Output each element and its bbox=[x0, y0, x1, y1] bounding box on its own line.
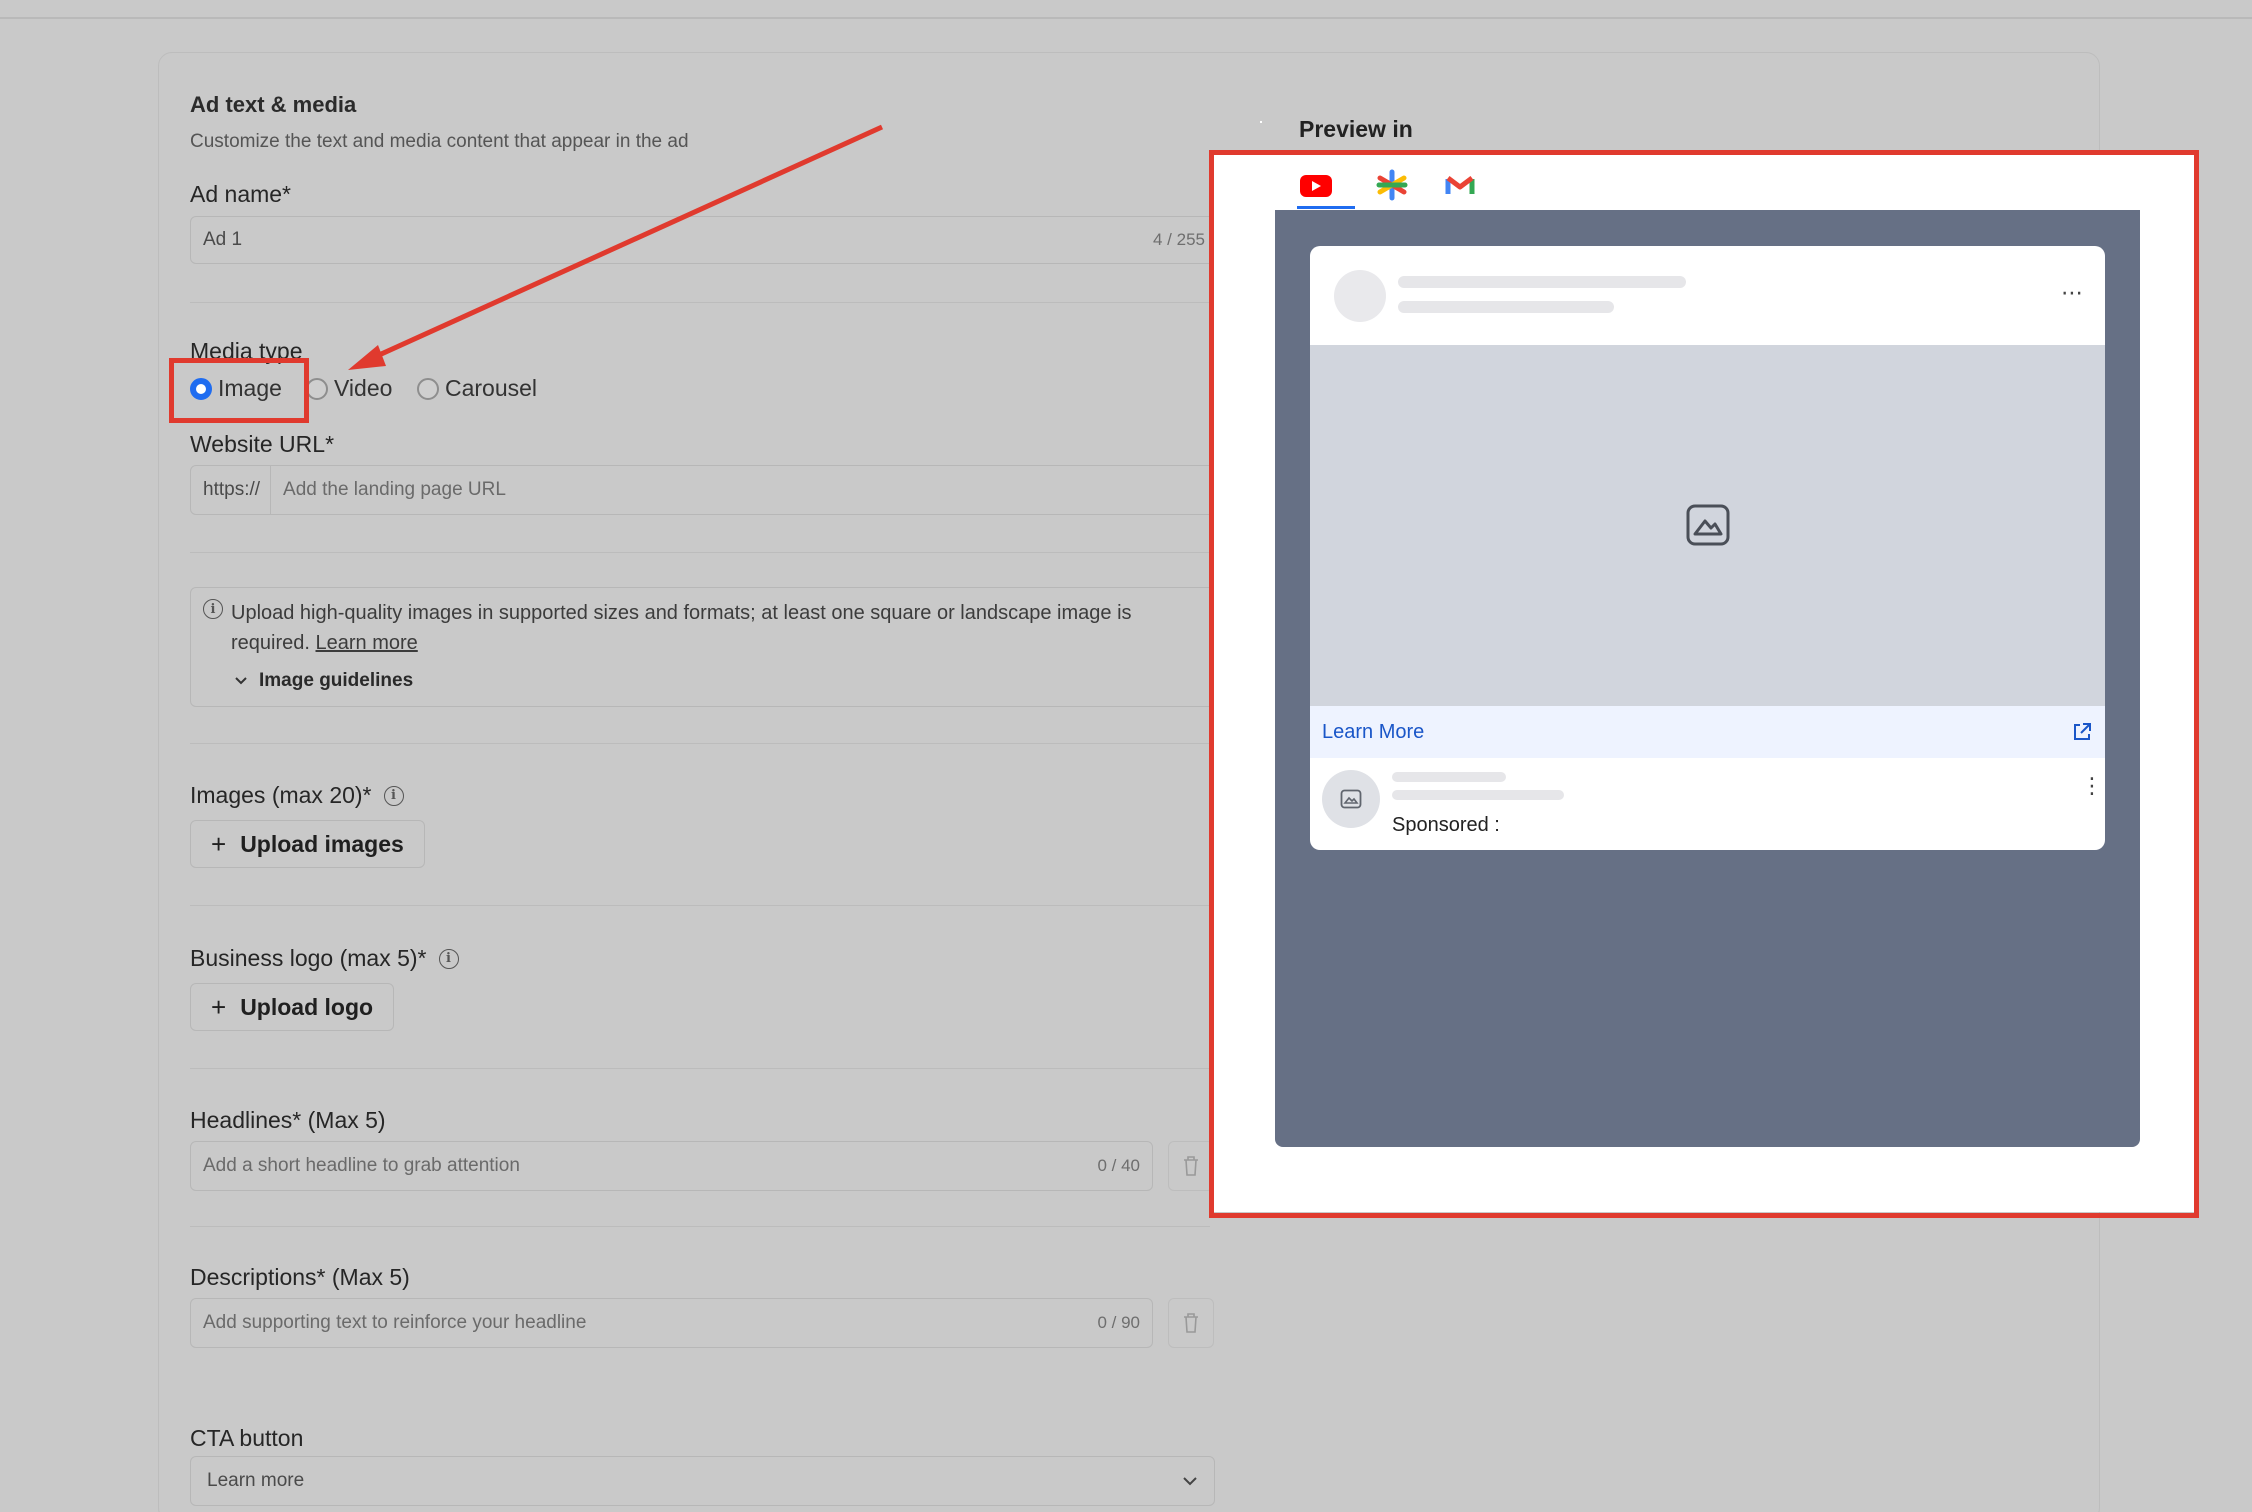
annotation-arrow bbox=[348, 124, 884, 370]
